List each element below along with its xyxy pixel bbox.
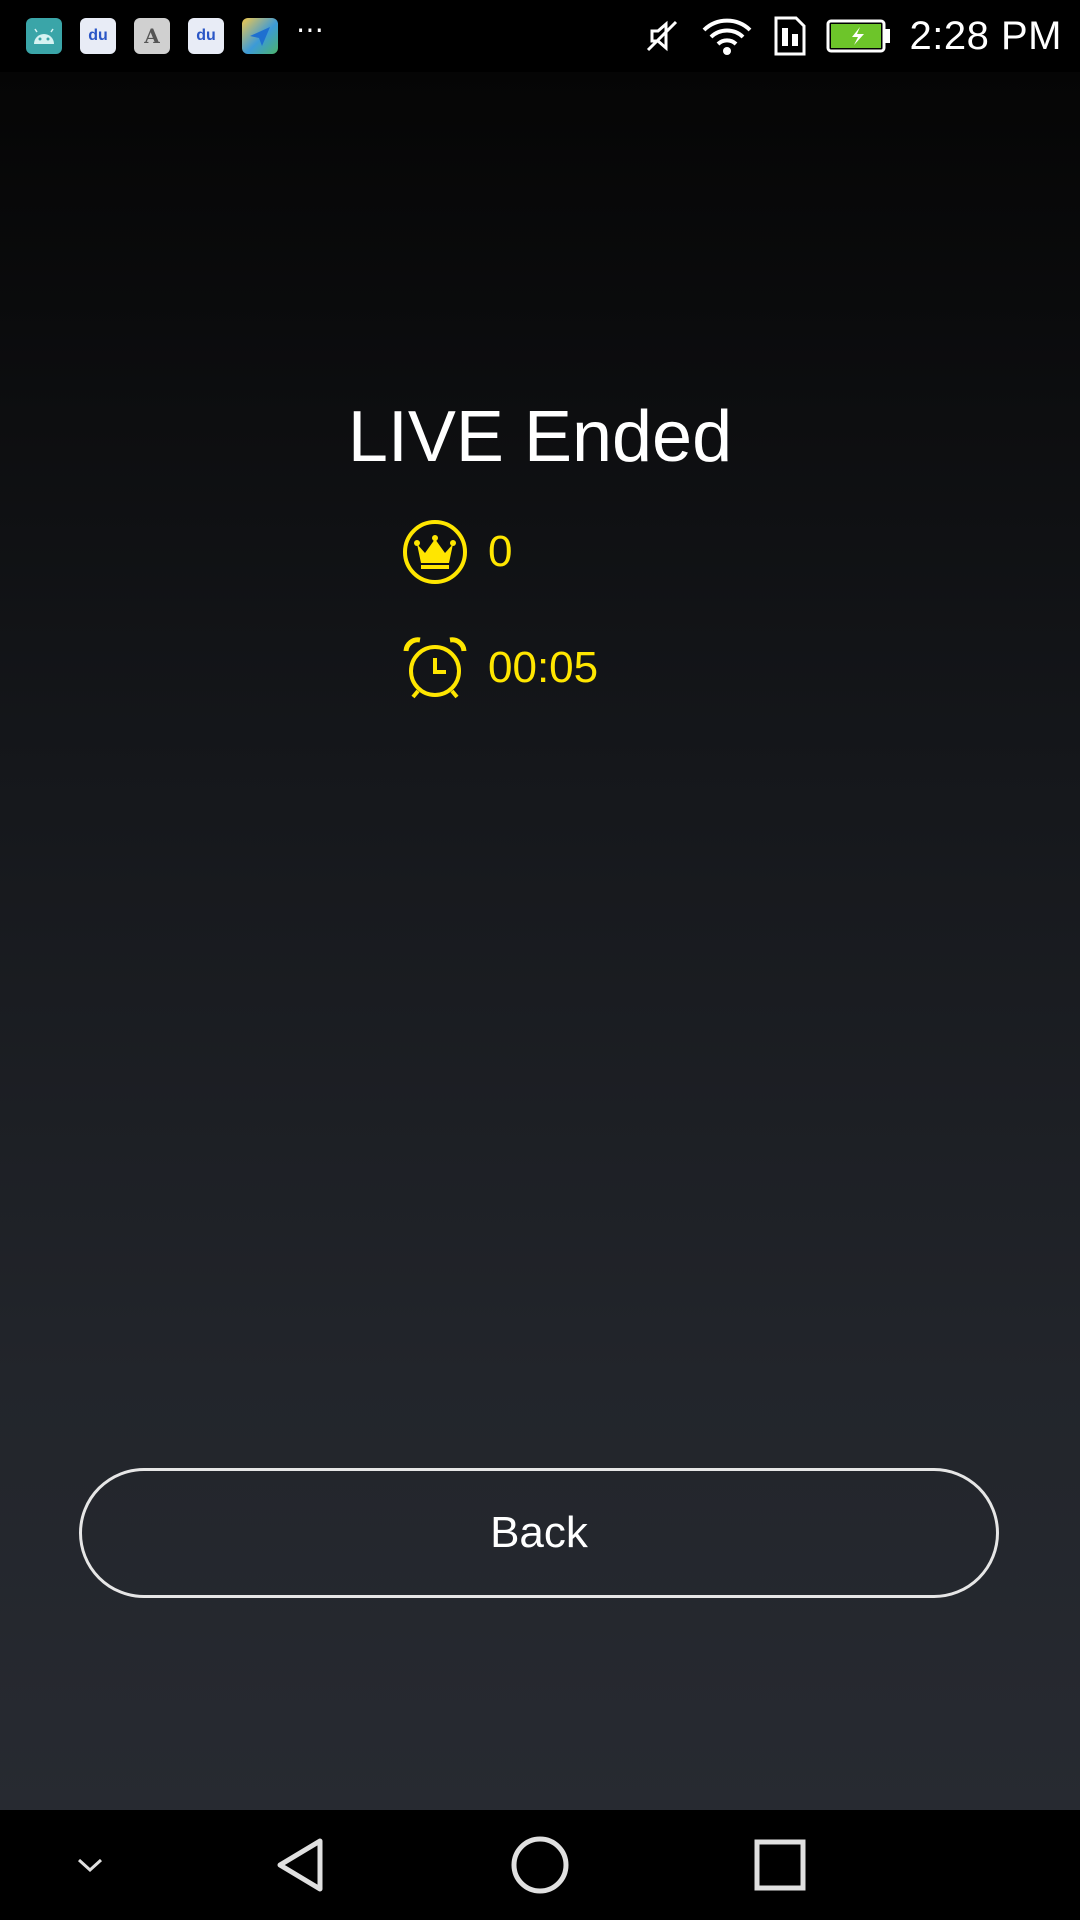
status-clock: 2:28 PM [909, 13, 1062, 58]
crown-count-row: 0 [400, 517, 512, 587]
live-ended-screen: LIVE Ended 0 00:05 Back [0, 72, 1080, 1810]
wifi-icon [700, 16, 754, 56]
baidu-icon-2: du [188, 18, 224, 54]
baidu-icon: du [80, 18, 116, 54]
navigation-bar [0, 1810, 1080, 1920]
nav-home-icon[interactable] [500, 1810, 580, 1920]
mute-icon [642, 16, 682, 56]
map-send-icon [242, 18, 278, 54]
back-button[interactable]: Back [79, 1468, 999, 1598]
battery-icon [826, 18, 892, 54]
font-a-icon: A [134, 18, 170, 54]
screen: du A du ⋯ 2:28 PM LIVE Ended 0 00:05 Bac… [0, 0, 1080, 1920]
duration-value: 00:05 [488, 643, 599, 692]
page-title: LIVE Ended [347, 397, 733, 477]
crown-count-value: 0 [488, 527, 513, 576]
alarm-clock-icon [400, 633, 470, 703]
nav-back-icon[interactable] [260, 1810, 340, 1920]
crown-icon [400, 517, 470, 587]
more-notifications-icon: ⋯ [296, 14, 325, 45]
nav-recents-icon[interactable] [740, 1810, 820, 1920]
status-bar: du A du ⋯ 2:28 PM [0, 0, 1080, 72]
notification-icons: du A du ⋯ [26, 14, 332, 54]
sim-icon [772, 14, 808, 58]
duration-row: 00:05 [400, 633, 598, 703]
hide-keyboard-chevron-icon[interactable] [60, 1810, 120, 1920]
android-icon [26, 18, 62, 54]
system-icons: 2:28 PM [642, 0, 1080, 72]
